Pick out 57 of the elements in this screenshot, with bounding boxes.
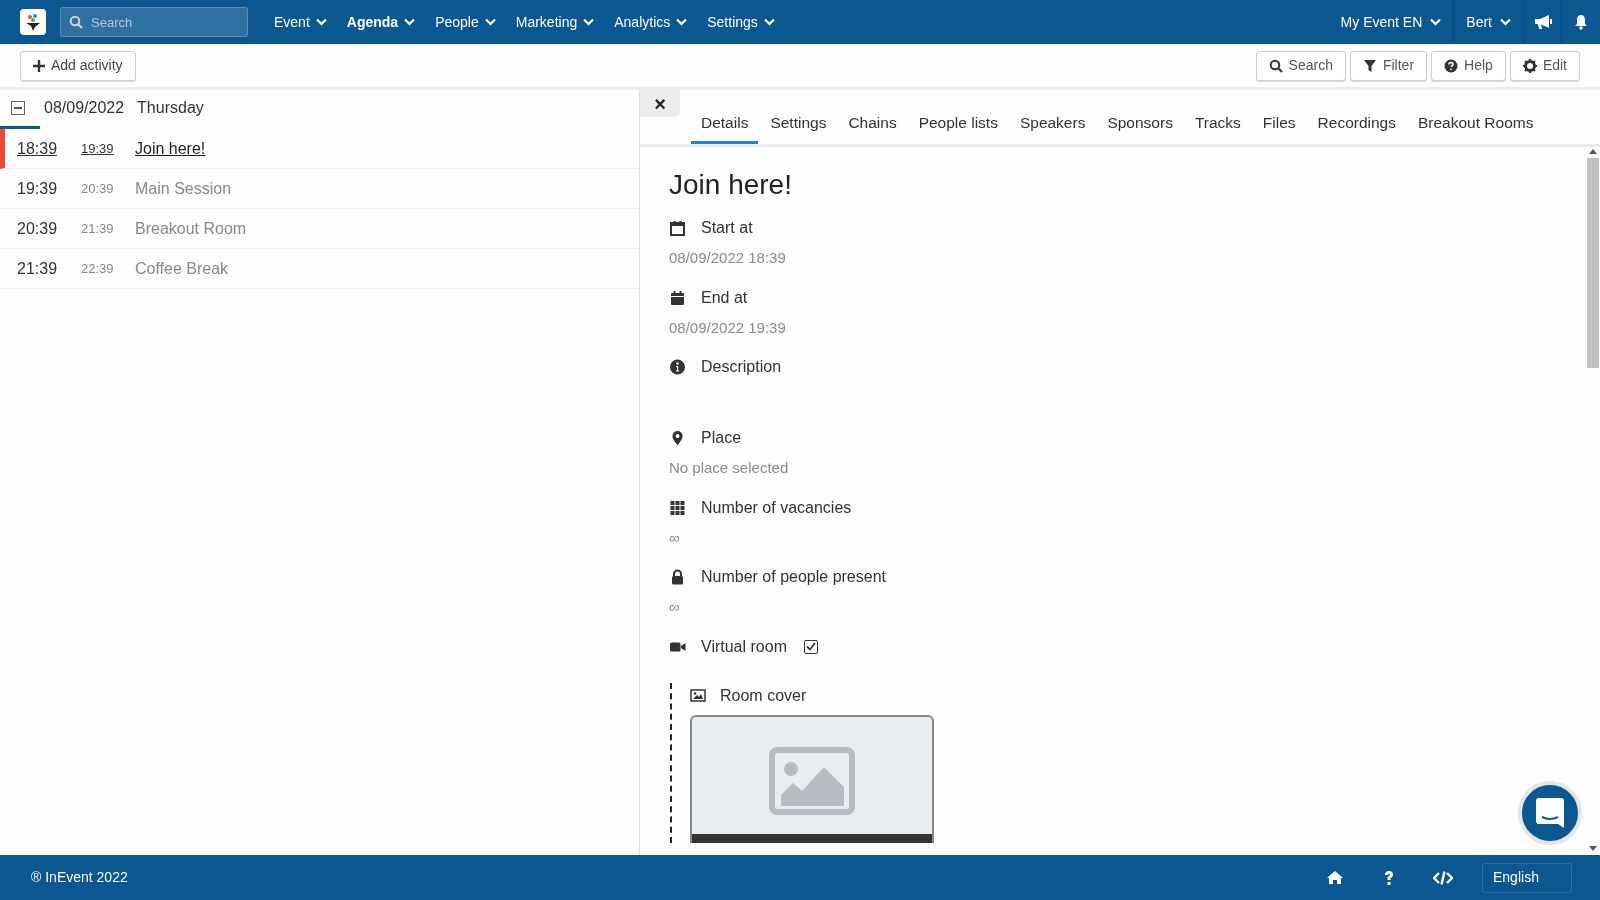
- copyright-text: ® InEvent 2022: [31, 868, 128, 887]
- language-select[interactable]: English: [1482, 862, 1572, 893]
- menu-item[interactable]: Marketing: [505, 11, 605, 33]
- field-label: Start at: [701, 218, 753, 238]
- field-value: ∞: [669, 527, 681, 548]
- tab[interactable]: Chains: [838, 104, 907, 144]
- field-label: End at: [701, 287, 748, 308]
- filter-button[interactable]: Filter: [1349, 50, 1428, 81]
- menu-item[interactable]: Agenda: [336, 11, 426, 33]
- user-menu[interactable]: Bert: [1454, 0, 1524, 44]
- activity-title: Join here!: [135, 138, 206, 159]
- menu-item[interactable]: Analytics: [604, 11, 698, 33]
- start-time: 21:39: [17, 258, 59, 279]
- tab[interactable]: Breakout Rooms: [1407, 104, 1544, 144]
- field-label: Room cover: [720, 685, 807, 706]
- agenda-row[interactable]: 21:39 22:39 Coffee Break: [0, 249, 639, 289]
- field-label: Description: [701, 357, 782, 377]
- search-button[interactable]: Search: [1255, 50, 1346, 81]
- agenda-date: 08/09/2022: [44, 98, 125, 118]
- activity-title: Coffee Break: [135, 258, 229, 279]
- menu-item[interactable]: Settings: [697, 11, 785, 33]
- tab[interactable]: Files: [1252, 104, 1306, 144]
- help-button[interactable]: Help: [1431, 50, 1506, 81]
- agenda-row[interactable]: 18:39 19:39 Join here!: [0, 129, 639, 169]
- tab[interactable]: Recordings: [1307, 104, 1406, 144]
- start-time: 19:39: [17, 178, 59, 199]
- start-time: 18:39: [17, 138, 59, 159]
- activity-title: Join here!: [669, 168, 793, 202]
- start-time: 20:39: [17, 218, 59, 239]
- menu-item[interactable]: People: [425, 11, 506, 33]
- edit-button[interactable]: Edit: [1509, 50, 1580, 81]
- tab[interactable]: Settings: [760, 104, 837, 144]
- end-time: 21:39: [81, 219, 115, 238]
- activity-title: Main Session: [135, 178, 232, 199]
- field-label: Number of people present: [701, 567, 886, 587]
- tab[interactable]: Sponsors: [1097, 104, 1183, 144]
- agenda-weekday: Thursday: [137, 98, 204, 118]
- tab[interactable]: Tracks: [1184, 104, 1251, 144]
- field-label: Number of vacancies: [701, 497, 852, 518]
- field-value: 08/09/2022 19:39: [669, 317, 787, 338]
- end-time: 22:39: [81, 259, 115, 278]
- field-label: Place: [701, 428, 742, 448]
- agenda-row[interactable]: 20:39 21:39 Breakout Room: [0, 209, 639, 249]
- tab[interactable]: People lists: [908, 104, 1008, 144]
- add-activity-button[interactable]: Add activity: [20, 50, 136, 81]
- end-time: 19:39: [81, 139, 115, 158]
- field-value: No place selected: [669, 458, 790, 478]
- end-time: 20:39: [81, 179, 115, 198]
- field-value: 08/09/2022 18:39: [669, 248, 787, 268]
- tab[interactable]: Details: [691, 104, 759, 144]
- tab[interactable]: Speakers: [1009, 104, 1096, 144]
- activity-title: Breakout Room: [135, 218, 247, 239]
- menu-item[interactable]: Event: [264, 11, 337, 33]
- field-value: ∞: [669, 597, 681, 617]
- agenda-row[interactable]: 19:39 20:39 Main Session: [0, 169, 639, 209]
- field-label: Virtual room: [701, 636, 787, 657]
- event-menu[interactable]: My Event EN: [1328, 0, 1455, 44]
